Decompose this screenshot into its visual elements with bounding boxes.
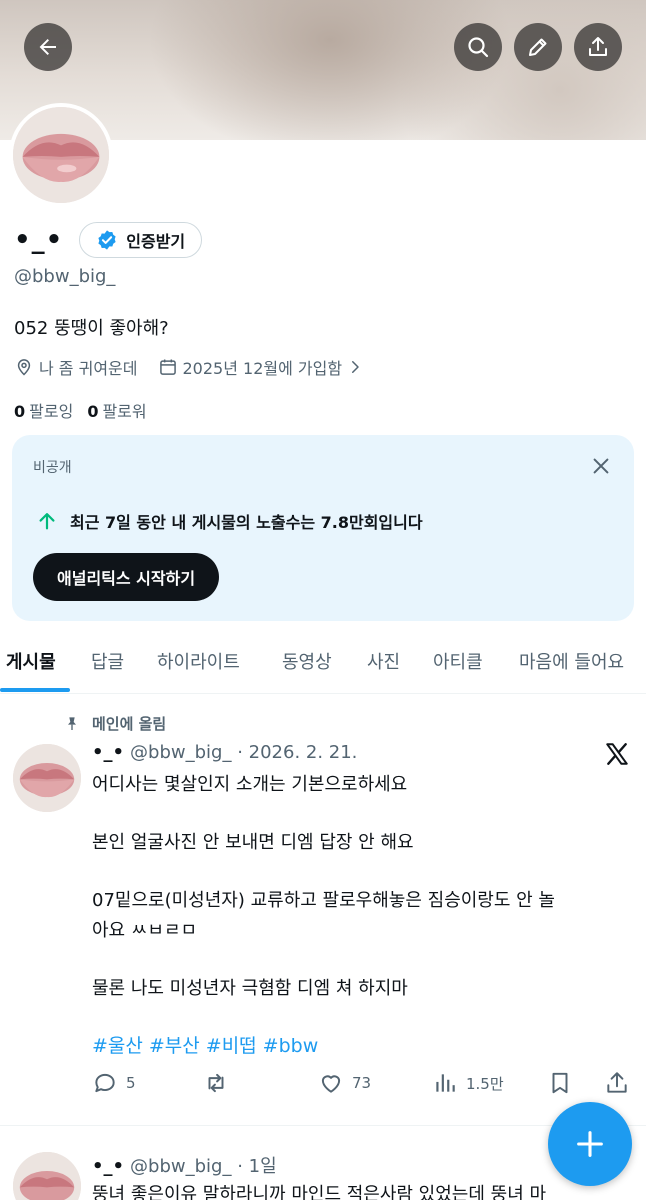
post-text-line: 뚱녀 좋은이유 말하라니까 마인드 적은사람 있었는데 뚱녀 마 bbox=[92, 1184, 547, 1200]
tab-replies[interactable]: 답글 bbox=[91, 648, 124, 674]
get-verified-button[interactable]: 인증받기 bbox=[79, 222, 203, 258]
tab-likes[interactable]: 마음에 들어요 bbox=[519, 648, 624, 674]
share-icon bbox=[607, 1072, 627, 1093]
following-count: 0 bbox=[14, 402, 26, 421]
compose-post-button[interactable] bbox=[548, 1102, 632, 1186]
views-button[interactable]: 1.5만 bbox=[432, 1070, 504, 1096]
followers-label: 팔로워 bbox=[102, 402, 147, 421]
calendar-icon bbox=[159, 359, 176, 375]
repost-icon bbox=[208, 1073, 224, 1093]
heart-icon bbox=[321, 1075, 341, 1093]
bookmark-icon bbox=[552, 1072, 568, 1094]
profile-tabs: 게시물 답글 하이라이트 동영상 사진 아티클 마음에 들어요 bbox=[0, 640, 646, 694]
post-avatar[interactable] bbox=[13, 1152, 81, 1200]
search-icon bbox=[468, 37, 489, 58]
share-post-button[interactable] bbox=[604, 1070, 638, 1096]
post-divider bbox=[0, 1125, 646, 1126]
reply-count: 5 bbox=[126, 1074, 136, 1092]
private-label: 비공개 bbox=[33, 460, 72, 476]
reply-icon bbox=[95, 1073, 115, 1093]
lips-image bbox=[13, 107, 109, 203]
share-icon bbox=[589, 37, 607, 56]
tab-photos[interactable]: 사진 bbox=[367, 648, 400, 674]
pencil-icon bbox=[529, 38, 547, 56]
hashtag-link[interactable]: #비떱 bbox=[206, 1035, 257, 1057]
post-author-name[interactable]: •_• bbox=[92, 742, 124, 763]
tab-highlights[interactable]: 하이라이트 bbox=[157, 648, 240, 674]
like-count: 73 bbox=[352, 1074, 372, 1092]
search-button[interactable] bbox=[454, 23, 502, 71]
pinned-indicator: 메인에 올림 bbox=[64, 713, 166, 734]
post-avatar[interactable] bbox=[13, 744, 81, 812]
lips-image bbox=[13, 744, 81, 812]
edit-button[interactable] bbox=[514, 23, 562, 71]
post-author-handle[interactable]: @bbw_big_ bbox=[130, 742, 231, 763]
post-hashtags: #울산 #부산 #비떱 #bbw bbox=[92, 1031, 324, 1058]
post-date[interactable]: · 1일 bbox=[237, 1156, 276, 1177]
post-header: •_• @bbw_big_ · 2026. 2. 21. bbox=[92, 742, 357, 763]
views-chart-icon bbox=[436, 1074, 455, 1092]
location-pin-icon bbox=[17, 359, 31, 376]
repost-button[interactable] bbox=[203, 1070, 237, 1096]
followers-count: 0 bbox=[87, 402, 99, 421]
pin-icon bbox=[68, 716, 76, 730]
profile-handle: @bbw_big_ bbox=[14, 266, 116, 287]
location-text: 나 좀 귀여운데 bbox=[39, 359, 138, 378]
impressions-text: 최근 7일 동안 내 게시물의 노출수는 7.8만회입니다 bbox=[70, 513, 423, 532]
pinned-label: 메인에 올림 bbox=[92, 715, 167, 733]
hashtag-link[interactable]: #부산 bbox=[149, 1035, 200, 1057]
reply-button[interactable]: 5 bbox=[92, 1070, 136, 1096]
analytics-card: 비공개 최근 7일 동안 내 게시물의 노출수는 7.8만회입니다 애널리틱스 … bbox=[12, 435, 634, 621]
arrow-left-icon bbox=[39, 39, 56, 55]
profile-joined[interactable]: 2025년 12월에 가입함 bbox=[158, 355, 365, 379]
post-author-name[interactable]: •_• bbox=[92, 1156, 124, 1177]
start-analytics-button[interactable]: 애널리틱스 시작하기 bbox=[33, 553, 220, 601]
close-icon[interactable] bbox=[590, 455, 612, 477]
profile-bio: 052 뚱땡이 좋아해? bbox=[14, 318, 169, 339]
post-text-line: 아요 ㅆㅂㄹㅁ bbox=[92, 920, 198, 941]
post-actions: 5 73 1.5만 bbox=[92, 1070, 632, 1098]
tab-articles[interactable]: 아티클 bbox=[433, 648, 483, 674]
get-verified-label: 인증받기 bbox=[126, 232, 186, 251]
x-logo-icon bbox=[606, 743, 628, 765]
chevron-right-icon bbox=[352, 361, 359, 373]
tab-posts[interactable]: 게시물 bbox=[6, 648, 56, 674]
view-count: 1.5만 bbox=[466, 1074, 504, 1093]
post-date[interactable]: · 2026. 2. 21. bbox=[237, 742, 357, 763]
display-name: •_• bbox=[14, 225, 64, 255]
back-button[interactable] bbox=[24, 23, 72, 71]
post-author-handle[interactable]: @bbw_big_ bbox=[130, 1156, 231, 1177]
joined-text: 2025년 12월에 가입함 bbox=[182, 359, 343, 378]
active-tab-indicator bbox=[0, 688, 70, 692]
post-text-line: 어디사는 몇살인지 소개는 기본으로하세요 bbox=[92, 774, 408, 795]
hashtag-link[interactable]: #bbw bbox=[263, 1035, 319, 1057]
post-text-line: 본인 얼굴사진 안 보내면 디엠 답장 안 해요 bbox=[92, 832, 414, 853]
like-button[interactable]: 73 bbox=[318, 1070, 371, 1096]
post-text-line: 물론 나도 미성년자 극혐함 디엠 쳐 하지마 bbox=[92, 978, 408, 999]
profile-avatar[interactable] bbox=[9, 103, 113, 207]
verified-badge-icon bbox=[98, 230, 116, 250]
followers-link[interactable]: 0 팔로워 bbox=[87, 398, 146, 422]
share-button[interactable] bbox=[574, 23, 622, 71]
following-label: 팔로잉 bbox=[29, 402, 74, 421]
following-link[interactable]: 0 팔로잉 bbox=[14, 398, 73, 422]
profile-location: 나 좀 귀여운데 bbox=[14, 355, 138, 379]
bookmark-button[interactable] bbox=[547, 1070, 581, 1096]
plus-icon bbox=[577, 1131, 603, 1157]
tab-videos[interactable]: 동영상 bbox=[282, 648, 332, 674]
hashtag-link[interactable]: #울산 bbox=[92, 1035, 143, 1057]
post-header: •_• @bbw_big_ · 1일 bbox=[92, 1152, 277, 1178]
post-text-line: 07밑으로(미성년자) 교류하고 팔로우해놓은 짐승이랑도 안 놀 bbox=[92, 890, 555, 911]
lips-image bbox=[13, 1152, 81, 1200]
arrow-up-icon bbox=[39, 513, 55, 530]
